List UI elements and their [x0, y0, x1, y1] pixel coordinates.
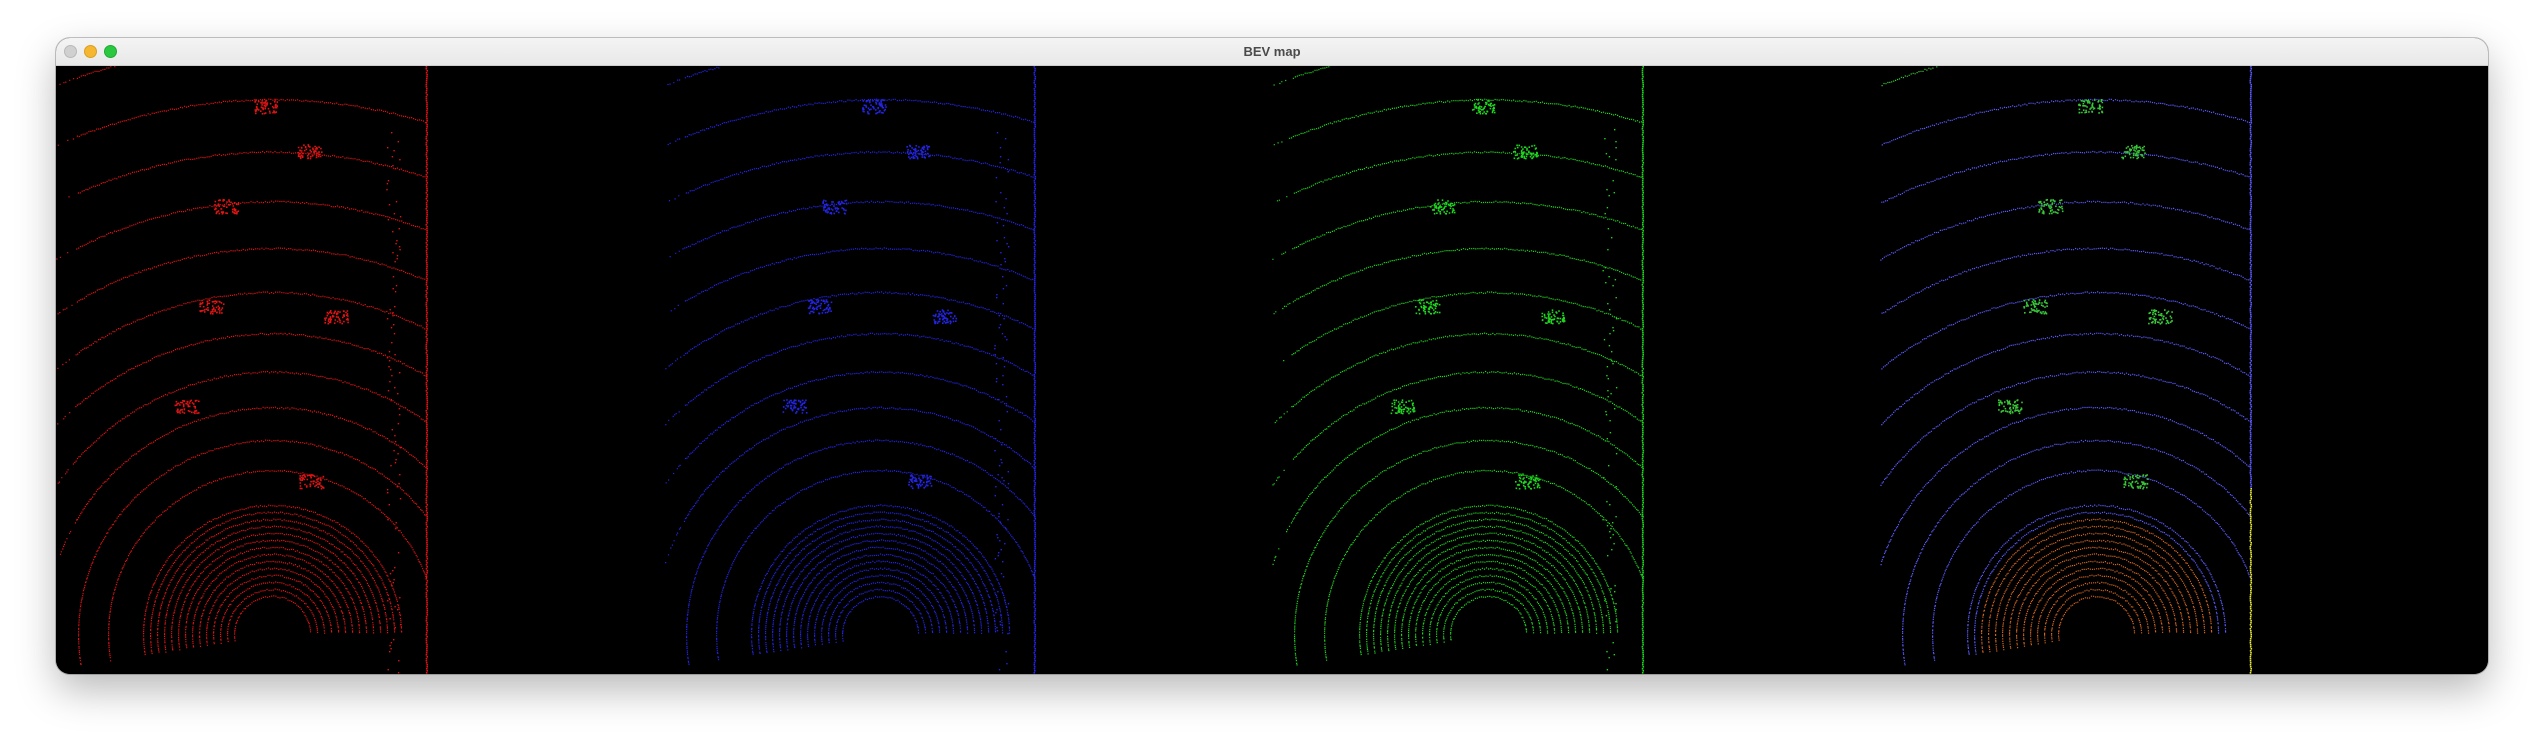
composite-point-layer — [1880, 66, 2253, 666]
composite-point-layer — [1881, 66, 2173, 490]
red-point-cloud — [56, 66, 429, 674]
bev-panel-rgb-composite — [1880, 66, 2488, 674]
bev-map-canvas — [56, 66, 2488, 674]
bev-panel-red-channel — [56, 66, 664, 674]
green-point-cloud — [1272, 66, 1645, 674]
bev-blue-points — [665, 66, 1037, 674]
bev-red-points — [56, 66, 429, 674]
blue-point-cloud — [665, 66, 1037, 674]
bev-composite-points — [1880, 66, 2253, 674]
composite-point-layer — [1981, 518, 2213, 653]
bev-panel-blue-channel — [664, 66, 1272, 674]
bev-green-points — [1272, 66, 1645, 674]
title-bar[interactable]: BEV map — [56, 38, 2488, 66]
bev-panel-green-channel — [1272, 66, 1880, 674]
window-title: BEV map — [1243, 44, 1301, 59]
bev-map-window: BEV map — [56, 38, 2488, 674]
